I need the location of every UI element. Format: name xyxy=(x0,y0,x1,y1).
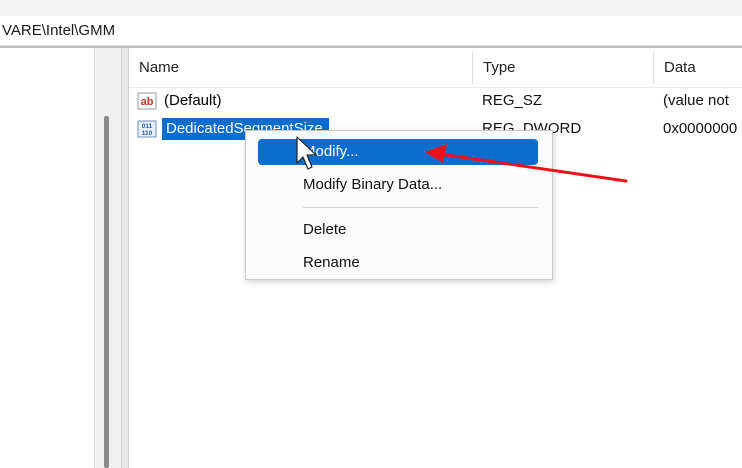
svg-text:110: 110 xyxy=(142,130,153,137)
pane-splitter[interactable] xyxy=(121,48,129,468)
value-row-default[interactable]: ab (Default) REG_SZ (value not xyxy=(129,88,742,114)
column-header-name[interactable]: Name xyxy=(129,48,472,88)
menu-item-rename[interactable]: Rename xyxy=(258,250,538,276)
value-data: 0x0000000 xyxy=(663,120,738,137)
svg-text:ab: ab xyxy=(141,96,154,108)
context-menu: Modify... Modify Binary Data... Delete R… xyxy=(245,130,553,280)
binary-value-icon: 011 110 xyxy=(137,120,157,138)
svg-text:011: 011 xyxy=(142,123,153,130)
window-top-strip xyxy=(0,0,742,16)
menu-item-modify-binary-data[interactable]: Modify Binary Data... xyxy=(258,172,538,198)
tree-scrollbar-thumb[interactable] xyxy=(104,116,109,468)
string-value-icon: ab xyxy=(137,92,157,110)
value-name: (Default) xyxy=(164,92,222,109)
menu-separator xyxy=(303,207,539,208)
menu-item-delete[interactable]: Delete xyxy=(258,217,538,243)
registry-editor-window: VARE\Intel\GMM Name Type Data ab (Defaul… xyxy=(0,0,742,468)
column-header-data[interactable]: Data xyxy=(654,48,742,88)
column-header-type[interactable]: Type xyxy=(473,48,653,88)
list-header: Name Type Data xyxy=(129,48,742,88)
address-path[interactable]: VARE\Intel\GMM xyxy=(0,22,115,39)
address-bar[interactable]: VARE\Intel\GMM xyxy=(0,16,742,46)
menu-item-modify[interactable]: Modify... xyxy=(258,139,538,165)
key-tree-pane[interactable] xyxy=(0,48,94,468)
value-data: (value not xyxy=(663,92,729,109)
value-type: REG_SZ xyxy=(482,92,543,109)
